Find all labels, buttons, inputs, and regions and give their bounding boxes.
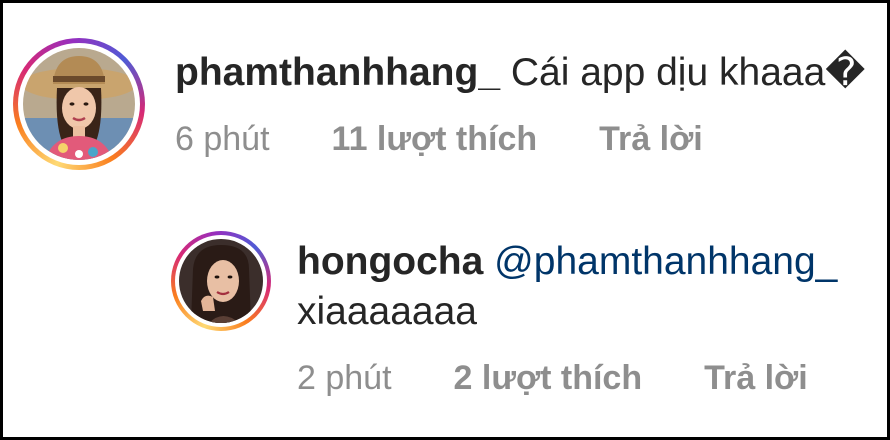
reply-body: hongocha @phamthanhhang_ xiaaaaaaa 2 phú… (297, 237, 837, 398)
reply-item: hongocha @phamthanhhang_ xiaaaaaaa 2 phú… (171, 231, 837, 398)
comment-meta: 6 phút 11 lượt thích Trả lời (175, 120, 865, 159)
comment-line: phamthanhhang_ Cái app dịu khaaa� (175, 48, 865, 98)
story-ring[interactable] (171, 231, 271, 331)
comment-time[interactable]: 6 phút (175, 120, 270, 159)
comment-item: phamthanhhang_ Cái app dịu khaaa� 6 phút… (13, 38, 865, 170)
comment-likes[interactable]: 11 lượt thích (332, 120, 538, 159)
reply-meta: 2 phút 2 lượt thích Trả lời (297, 359, 837, 398)
reply-line: hongocha @phamthanhhang_ (297, 237, 837, 287)
reply-time[interactable]: 2 phút (297, 359, 392, 398)
reply-mention[interactable]: @phamthanhhang_ (494, 240, 837, 283)
reply-likes[interactable]: 2 lượt thích (454, 359, 643, 398)
reply-text: xiaaaaaaa (297, 290, 477, 333)
reply-button[interactable]: Trả lời (599, 120, 703, 159)
story-ring[interactable] (13, 38, 145, 170)
reply-username[interactable]: hongocha (297, 240, 483, 283)
avatar[interactable] (179, 239, 263, 323)
avatar-border (18, 43, 140, 165)
comment-body: phamthanhhang_ Cái app dịu khaaa� 6 phút… (175, 48, 865, 159)
avatar-border (175, 235, 267, 327)
comment-text: Cái app dịu khaaa� (510, 51, 866, 94)
comment-username[interactable]: phamthanhhang_ (175, 51, 500, 94)
comment-thread: phamthanhhang_ Cái app dịu khaaa� 6 phút… (0, 0, 890, 440)
avatar[interactable] (23, 48, 135, 160)
reply-button[interactable]: Trả lời (704, 359, 808, 398)
